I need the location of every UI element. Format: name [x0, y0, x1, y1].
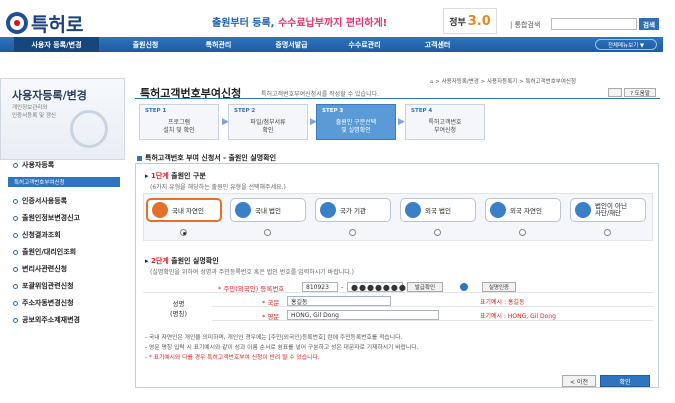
logo-text: 특허로: [31, 13, 84, 36]
bullet-icon: [13, 198, 18, 204]
logo-mark-icon: [6, 12, 28, 34]
sidebar-title: 사용자등록/변경: [12, 89, 87, 102]
bullet-icon: [13, 232, 18, 238]
bullet-icon: [13, 283, 18, 289]
step-4: STEP 4 특허고객번호 부여신청: [405, 104, 485, 140]
gov-logo-small: 정부: [449, 17, 466, 28]
sidebar-item-patent-attorney[interactable]: 변리사관련신청: [13, 264, 67, 274]
note-1: - 국내 자연인은 개인을 의미하며, 개인인 경우에는 [주민(외국인)등록번…: [145, 335, 403, 341]
type-domestic-person[interactable]: 국내 자연인: [146, 198, 222, 222]
slogan: 출원부터 등록, 수수료납부까지 편리하게!: [212, 14, 387, 29]
name-label: 성명 (명칭): [170, 300, 188, 318]
step-2: STEP 2 파일/첨부서류 확인: [228, 104, 308, 140]
certificate-deco-icon: [70, 110, 108, 148]
step1-description: (6가지 유형을 해당하는 출원인 유형을 선택해주세요.): [150, 184, 286, 191]
sidebar-subtitle: 개인정보관리와 인증서등록 및 갱신: [12, 105, 56, 119]
bullet-icon: [13, 162, 18, 168]
section-bullet-icon: [137, 155, 142, 161]
radio-domestic-person[interactable]: [180, 229, 187, 236]
section-heading: 특허고객번호 부여 신청서 - 출원인 실명확인: [137, 153, 276, 163]
kor-example: 표기예시 : 홍길동: [480, 299, 525, 306]
sidebar-item-gazette-address[interactable]: 공보외주소제재변경: [13, 315, 80, 325]
nav-user-register[interactable]: 사용자 등록/변경: [14, 37, 99, 52]
step2-heading: ▸ 2단계 출원인 실명확인: [145, 257, 219, 265]
search-input[interactable]: [551, 18, 637, 30]
step-3-active: STEP 3 출원인 구분선택 및 실명확인: [316, 104, 396, 140]
realname-auth-button[interactable]: 실명인증: [482, 282, 516, 292]
verify-button[interactable]: 발급확인: [407, 282, 443, 292]
globe-person-icon: [490, 202, 506, 218]
government-icon: [320, 202, 336, 218]
page-description: 특허고객번호부여신청서를 작성할 수 있습니다.: [261, 91, 380, 98]
nav-certificate[interactable]: 증명서발급: [255, 37, 328, 52]
gov3-logo[interactable]: 정부 3.0: [443, 8, 497, 34]
logo[interactable]: 특허로: [6, 10, 102, 36]
bullet-icon: [13, 300, 18, 306]
rrn-dash: -: [341, 283, 344, 291]
building-icon: [235, 202, 251, 218]
type-government[interactable]: 국가 기관: [315, 198, 391, 222]
info-icon[interactable]: [460, 283, 468, 291]
radio-non-corp-association[interactable]: [604, 229, 611, 236]
rrn-label: * 주민(외국인) 등록번호: [218, 285, 285, 293]
step-1: STEP 1 프로그램 설치 및 확인: [139, 104, 219, 140]
step1-heading: ▸ 1단계 출원인 구분: [145, 172, 206, 180]
eng-example: 표기예시 : HONG, Gil Dong: [480, 313, 556, 320]
title-divider: [135, 98, 660, 99]
help-button[interactable]: ? 도움말: [624, 88, 656, 97]
rrn-front-input[interactable]: 810923: [302, 282, 338, 292]
nav-customer-center[interactable]: 고객센터: [401, 37, 474, 52]
step2-description: (실명확인을 위하여 성명과 주민등록번호 혹은 법인 번호를 입력하시기 바랍…: [150, 269, 355, 276]
radio-foreign-corp[interactable]: [434, 229, 441, 236]
all-menu-button[interactable]: 전체메뉴보기 ▼: [595, 39, 657, 50]
slogan-text: 출원부터 등록,: [212, 18, 278, 29]
nav-patent-manage[interactable]: 특허관리: [182, 37, 255, 52]
type-foreign-corp[interactable]: 외국 법인: [400, 198, 476, 222]
eng-name-input[interactable]: HONG, Gil Dong: [287, 310, 439, 320]
type-domestic-corp[interactable]: 국내 법인: [230, 198, 306, 222]
type-non-corp-association[interactable]: 법인이 아닌 사단/재단: [570, 198, 646, 222]
rrn-back-input[interactable]: ●●●●●●●: [347, 282, 406, 292]
sidebar-item-general-mandate[interactable]: 포괄위임관련신청: [13, 281, 74, 291]
radio-domestic-corp[interactable]: [264, 229, 271, 236]
print-icon[interactable]: [608, 88, 622, 97]
prev-button[interactable]: < 이전: [562, 375, 596, 387]
bullet-icon: [13, 317, 18, 323]
radio-foreign-person[interactable]: [519, 229, 526, 236]
search-label: | 통합검색: [510, 21, 541, 29]
kor-label: * 국문: [262, 299, 280, 307]
sidebar-item-cert-register[interactable]: 인증서사용등록: [13, 196, 67, 206]
bullet-icon: [13, 249, 18, 255]
nav-fee[interactable]: 수수료관리: [328, 37, 401, 52]
gov-logo-big: 3.0: [467, 13, 491, 29]
radio-government[interactable]: [349, 229, 356, 236]
group-icon: [575, 202, 591, 218]
sidebar-item-result[interactable]: 신청결과조회: [13, 230, 61, 240]
eng-label: * 영문: [262, 313, 280, 321]
breadcrumb[interactable]: ⌂ > 사용자등록/변경 > 사용자등록기 > 특허고객번호부여신청: [430, 77, 576, 85]
note-3: - * 표기예시와 다를 경우 특허고객번호부여 신청이 반려 될 수 있습니다…: [145, 355, 320, 361]
nav-apply[interactable]: 출원신청: [109, 37, 182, 52]
kor-name-input[interactable]: 홍길동: [287, 296, 391, 306]
sidebar-item-address-change[interactable]: 주소자동변경신청: [13, 298, 74, 308]
note-2: - 영문 명칭 입력 시 표기예시와 같이 성과 이름 순서로 쉼표를 넣어 구…: [145, 345, 419, 351]
sidebar-item-agent-lookup[interactable]: 출원인/대리인조회: [13, 247, 76, 257]
sidebar-item-applicant-change[interactable]: 출원인정보변경신고: [13, 213, 80, 223]
slogan-highlight: 수수료납부까지 편리하게!: [277, 18, 388, 29]
bullet-icon: [13, 215, 18, 221]
search-button[interactable]: 검색: [639, 18, 659, 30]
sidebar-item-customer-number[interactable]: 특허고객번호부여신청: [8, 177, 120, 187]
main-nav: 사용자 등록/변경 출원신청 특허관리 증명서발급 수수료관리 고객센터 전체메…: [0, 37, 663, 52]
type-foreign-person[interactable]: 외국 자연인: [485, 198, 561, 222]
person-icon: [152, 202, 168, 218]
step-arrow-icon: ▶: [398, 117, 405, 127]
globe-icon: [405, 202, 421, 218]
confirm-button[interactable]: 확인: [600, 375, 650, 387]
bullet-icon: [13, 266, 18, 272]
sidebar-item-user-register[interactable]: 사용자등록: [13, 160, 54, 170]
